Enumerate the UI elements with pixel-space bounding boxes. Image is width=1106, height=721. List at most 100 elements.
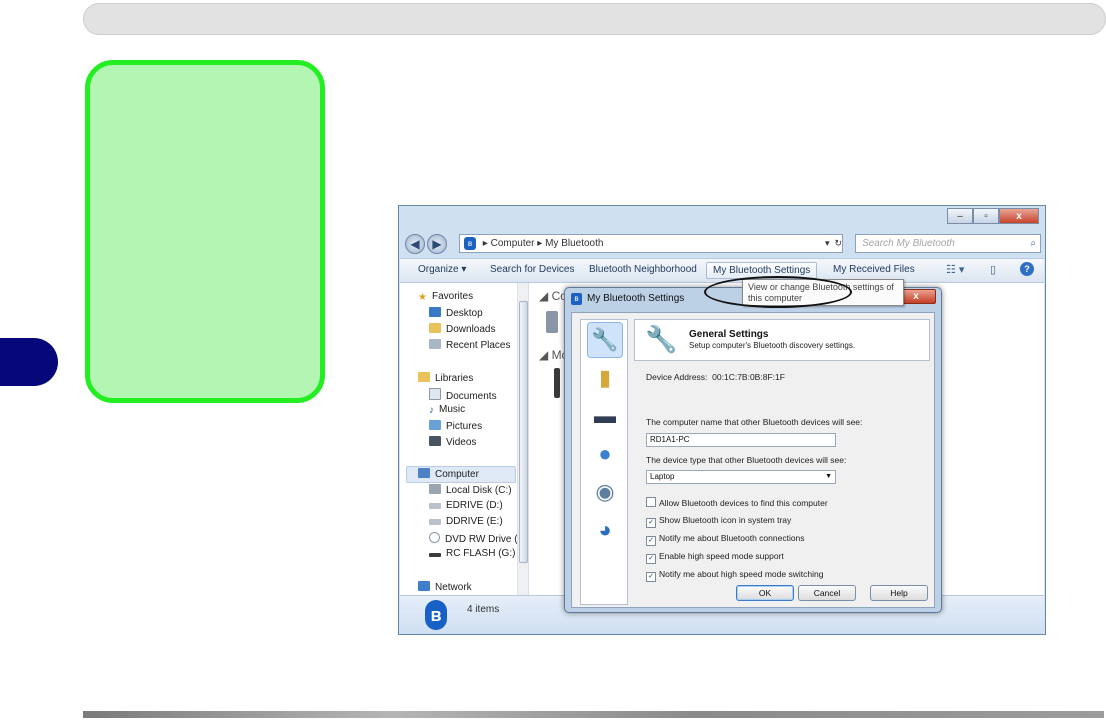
neighborhood-button[interactable]: Bluetooth Neighborhood xyxy=(589,264,697,275)
disc-icon xyxy=(429,532,440,543)
nav-desktop[interactable]: Desktop xyxy=(429,307,483,319)
globe-icon[interactable]: ◕ xyxy=(587,512,623,548)
device-type-select[interactable]: Laptop ▼ xyxy=(646,470,836,484)
nav-label: Computer xyxy=(435,469,479,480)
nav-label: Videos xyxy=(446,437,477,448)
audio-icon[interactable]: ◉ xyxy=(587,474,623,510)
breadcrumb-my-bluetooth[interactable]: My Bluetooth xyxy=(545,238,603,249)
star-icon: ★ xyxy=(418,292,427,303)
videos-icon xyxy=(429,436,441,446)
search-devices-button[interactable]: Search for Devices xyxy=(490,264,574,275)
nav-favorites[interactable]: ★ Favorites xyxy=(418,291,473,303)
nav-rc-flash[interactable]: RC FLASH (G:) xyxy=(429,548,515,559)
search-icon[interactable]: ⌕ xyxy=(1030,235,1036,252)
checkbox-label: Notify me about high speed mode switchin… xyxy=(659,569,824,579)
device-address-label: Device Address: xyxy=(646,372,708,382)
bluetooth-settings-dialog: ʙ My Bluetooth Settings x 🔧 ▮ ▬ ● ◉ ◕ 🔧 … xyxy=(564,287,942,613)
checkbox-row[interactable]: ✓ Notify me about Bluetooth connections xyxy=(646,533,805,546)
wrench-icon[interactable]: 🔧 xyxy=(587,322,623,358)
nav-dvd-drive[interactable]: DVD RW Drive (F: xyxy=(429,532,526,545)
nav-pictures[interactable]: Pictures xyxy=(429,420,482,432)
received-files-button[interactable]: My Received Files xyxy=(833,264,915,275)
checkbox-row[interactable]: ✓ Show Bluetooth icon in system tray xyxy=(646,515,791,528)
checkbox[interactable] xyxy=(646,497,656,507)
nav-computer[interactable]: Computer xyxy=(418,468,479,480)
view-options-icon[interactable]: ☷ ▾ xyxy=(946,263,964,276)
search-placeholder: Search My Bluetooth xyxy=(862,238,955,249)
recent-places-icon xyxy=(429,339,441,349)
checkbox-row[interactable]: ✓ Enable high speed mode support xyxy=(646,551,784,564)
footer-bar xyxy=(83,711,1104,718)
help-icon[interactable]: ? xyxy=(1020,262,1034,276)
nav-scrollbar[interactable] xyxy=(517,283,528,595)
checkbox-row[interactable]: ✓ Notify me about high speed mode switchi… xyxy=(646,569,823,582)
serial-port-icon[interactable]: ▬ xyxy=(587,398,623,434)
desktop-icon xyxy=(429,307,441,317)
nav-label: EDRIVE (D:) xyxy=(446,500,503,511)
nav-ddrive[interactable]: DDRIVE (E:) xyxy=(429,516,503,527)
cancel-button[interactable]: Cancel xyxy=(798,585,856,601)
pictures-icon xyxy=(429,420,441,430)
settings-header: 🔧 General Settings Setup computer's Blue… xyxy=(634,319,930,361)
bluetooth-icon: ʙ xyxy=(425,600,447,630)
back-button[interactable]: ◀ xyxy=(405,234,425,254)
nav-music[interactable]: ♪ Music xyxy=(429,404,465,416)
organize-button[interactable]: Organize ▾ xyxy=(418,264,466,275)
nav-documents[interactable]: Documents xyxy=(429,388,497,402)
computer-name-field[interactable]: RD1A1-PC xyxy=(646,433,836,447)
nav-downloads[interactable]: Downloads xyxy=(429,323,495,335)
nav-videos[interactable]: Videos xyxy=(429,436,476,448)
refresh-icon[interactable]: ▾ ↻ xyxy=(825,235,842,252)
device-icon[interactable] xyxy=(546,311,558,333)
device-address-row: Device Address: 00:1C:7B:0B:8F:1F xyxy=(646,372,785,382)
checkbox-label: Show Bluetooth icon in system tray xyxy=(659,515,792,525)
drive-icon xyxy=(429,519,441,525)
ok-button[interactable]: OK xyxy=(736,585,794,601)
documents-icon xyxy=(429,388,441,400)
nav-label: Downloads xyxy=(446,324,496,335)
nav-recent-places[interactable]: Recent Places xyxy=(429,339,510,351)
nav-label: Network xyxy=(435,582,472,593)
scrollbar-thumb[interactable] xyxy=(519,301,528,563)
checkbox[interactable]: ✓ xyxy=(646,536,656,546)
close-button[interactable]: x xyxy=(999,208,1039,224)
computer-icon xyxy=(418,468,430,478)
checkbox-label: Allow Bluetooth devices to find this com… xyxy=(659,498,828,508)
address-bar[interactable]: ʙ ▸ Computer ▸ My Bluetooth ▾ ↻ xyxy=(459,234,843,253)
nav-label: Desktop xyxy=(446,308,483,319)
minimize-button[interactable]: – xyxy=(947,208,973,224)
address-row: ◀ ▶ ʙ ▸ Computer ▸ My Bluetooth ▾ ↻ Sear… xyxy=(403,233,1043,255)
nav-label: RC FLASH (G:) xyxy=(446,548,516,559)
help-button[interactable]: Help xyxy=(870,585,928,601)
settings-category-list: 🔧 ▮ ▬ ● ◉ ◕ xyxy=(580,319,628,605)
network-globe-icon[interactable]: ● xyxy=(587,436,623,472)
folder-icon[interactable]: ▮ xyxy=(587,360,623,396)
checkbox-row[interactable]: Allow Bluetooth devices to find this com… xyxy=(646,497,828,508)
preview-pane-icon[interactable]: ▯ xyxy=(990,263,996,276)
checkbox[interactable]: ✓ xyxy=(646,518,656,528)
content-group-header[interactable]: ◢ Co xyxy=(539,289,567,303)
nav-label: DDRIVE (E:) xyxy=(446,516,503,527)
search-input[interactable]: Search My Bluetooth ⌕ xyxy=(855,234,1041,253)
checkbox[interactable]: ✓ xyxy=(646,554,656,564)
breadcrumb-computer[interactable]: Computer xyxy=(491,238,535,249)
checkbox-label: Enable high speed mode support xyxy=(659,551,784,561)
breadcrumb-sep: ▸ xyxy=(482,238,491,249)
drive-icon xyxy=(429,503,441,509)
nav-libraries[interactable]: Libraries xyxy=(418,372,473,384)
device-icon[interactable] xyxy=(554,368,560,398)
maximize-button[interactable]: ▫ xyxy=(973,208,999,224)
checkbox-label: Notify me about Bluetooth connections xyxy=(659,533,805,543)
checkbox[interactable]: ✓ xyxy=(646,572,656,582)
nav-network[interactable]: Network xyxy=(418,581,472,593)
device-type-label: The device type that other Bluetooth dev… xyxy=(646,455,847,465)
navigation-pane: ★ Favorites Desktop Downloads Recent Plac… xyxy=(400,283,529,595)
device-type-value: Laptop xyxy=(650,472,675,481)
nav-edrive[interactable]: EDRIVE (D:) xyxy=(429,500,503,511)
chapter-tab xyxy=(0,338,58,386)
nav-local-disk[interactable]: Local Disk (C:) xyxy=(429,484,512,496)
nav-label: DVD RW Drive (F: xyxy=(445,534,527,545)
forward-button[interactable]: ▶ xyxy=(427,234,447,254)
nav-label: Pictures xyxy=(446,421,483,432)
sidebar-note-box xyxy=(85,60,325,403)
